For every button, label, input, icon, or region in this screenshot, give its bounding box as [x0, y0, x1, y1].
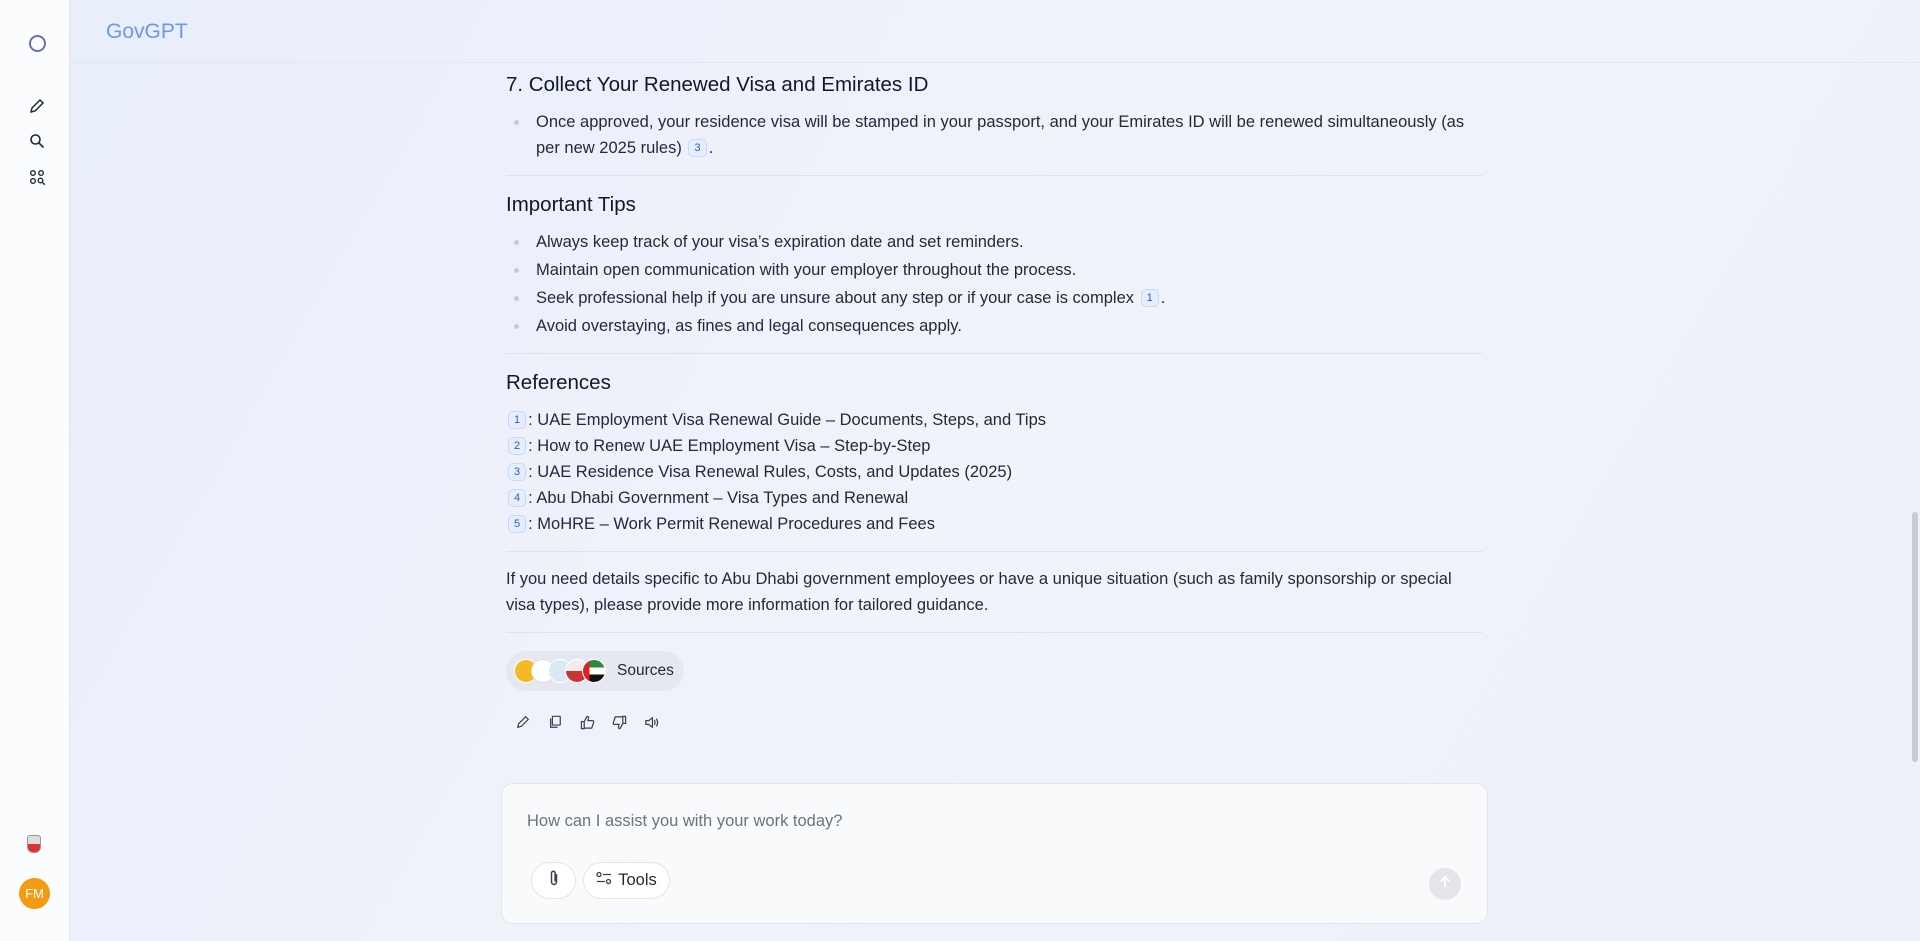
reference-text: : How to Renew UAE Employment Visa – Ste… — [528, 437, 931, 455]
references-heading: References — [506, 371, 611, 394]
apps-icon[interactable] — [25, 165, 49, 189]
list-item: Avoid overstaying, as fines and legal co… — [514, 313, 1482, 339]
avatar-initials: FM — [25, 886, 44, 901]
tips-heading: Important Tips — [506, 193, 636, 216]
attach-button[interactable] — [531, 862, 576, 899]
list-item: Maintain open communication with your em… — [514, 257, 1482, 283]
scrollbar-thumb[interactable] — [1912, 512, 1918, 762]
list-item: Always keep track of your visa’s expirat… — [514, 229, 1482, 255]
header: GovGPT — [71, 0, 1920, 63]
search-icon[interactable] — [25, 129, 49, 153]
citation-badge[interactable]: 3 — [688, 139, 707, 157]
assistant-message: 7. Collect Your Renewed Visa and Emirate… — [506, 70, 1482, 731]
edit-icon[interactable] — [514, 713, 532, 731]
closing-paragraph: If you need details specific to Abu Dhab… — [506, 570, 1452, 614]
citation-badge[interactable]: 2 — [508, 437, 527, 455]
divider — [506, 175, 1482, 176]
divider — [506, 353, 1482, 354]
divider — [506, 632, 1482, 633]
tools-sliders-icon — [596, 871, 612, 890]
thumbs-down-icon[interactable] — [610, 713, 628, 731]
new-chat-pencil-icon[interactable] — [25, 94, 49, 118]
citation-badge[interactable]: 5 — [508, 515, 527, 533]
sidebar: FM — [0, 0, 70, 941]
citation-badge[interactable]: 4 — [508, 489, 527, 507]
reference-item[interactable]: 3: UAE Residence Visa Renewal Rules, Cos… — [506, 459, 1482, 485]
citation-badge[interactable]: 1 — [1140, 289, 1159, 307]
divider — [506, 551, 1482, 552]
reference-text: : UAE Employment Visa Renewal Guide – Do… — [528, 411, 1046, 429]
reference-text: : UAE Residence Visa Renewal Rules, Cost… — [528, 463, 1013, 481]
sources-label: Sources — [617, 662, 674, 679]
section-heading: 7. Collect Your Renewed Visa and Emirate… — [506, 73, 929, 96]
user-avatar[interactable]: FM — [19, 878, 50, 909]
abu-dhabi-emblem-icon — [27, 835, 41, 853]
citation-badge[interactable]: 1 — [508, 411, 527, 429]
list-item: Once approved, your residence visa will … — [514, 109, 1482, 161]
reference-text: : Abu Dhabi Government – Visa Types and … — [528, 489, 909, 507]
bullet-text: Seek professional help if you are unsure… — [536, 289, 1134, 307]
reference-item[interactable]: 4: Abu Dhabi Government – Visa Types and… — [506, 485, 1482, 511]
reference-text: : MoHRE – Work Permit Renewal Procedures… — [528, 515, 935, 533]
message-actions — [506, 713, 1482, 731]
bullet-text: Once approved, your residence visa will … — [536, 113, 1465, 157]
sources-button[interactable]: Sources — [506, 651, 684, 691]
send-button[interactable] — [1429, 868, 1461, 900]
paperclip-icon — [547, 869, 561, 892]
thumbs-up-icon[interactable] — [578, 713, 596, 731]
app-logo-icon[interactable] — [29, 35, 46, 52]
read-aloud-icon[interactable] — [642, 713, 660, 731]
tools-label: Tools — [618, 871, 657, 889]
list-item: Seek professional help if you are unsure… — [514, 285, 1482, 311]
citation-badge[interactable]: 3 — [508, 463, 527, 481]
chat-composer[interactable]: How can I assist you with your work toda… — [501, 783, 1488, 924]
message-input[interactable]: How can I assist you with your work toda… — [527, 812, 842, 831]
copy-icon[interactable] — [546, 713, 564, 731]
arrow-up-icon — [1438, 875, 1452, 894]
reference-item[interactable]: 1: UAE Employment Visa Renewal Guide – D… — [506, 407, 1482, 433]
reference-item[interactable]: 5: MoHRE – Work Permit Renewal Procedure… — [506, 511, 1482, 537]
tools-button[interactable]: Tools — [583, 862, 670, 899]
uae-flag-icon — [582, 659, 606, 683]
app-title: GovGPT — [106, 20, 188, 43]
reference-item[interactable]: 2: How to Renew UAE Employment Visa – St… — [506, 433, 1482, 459]
